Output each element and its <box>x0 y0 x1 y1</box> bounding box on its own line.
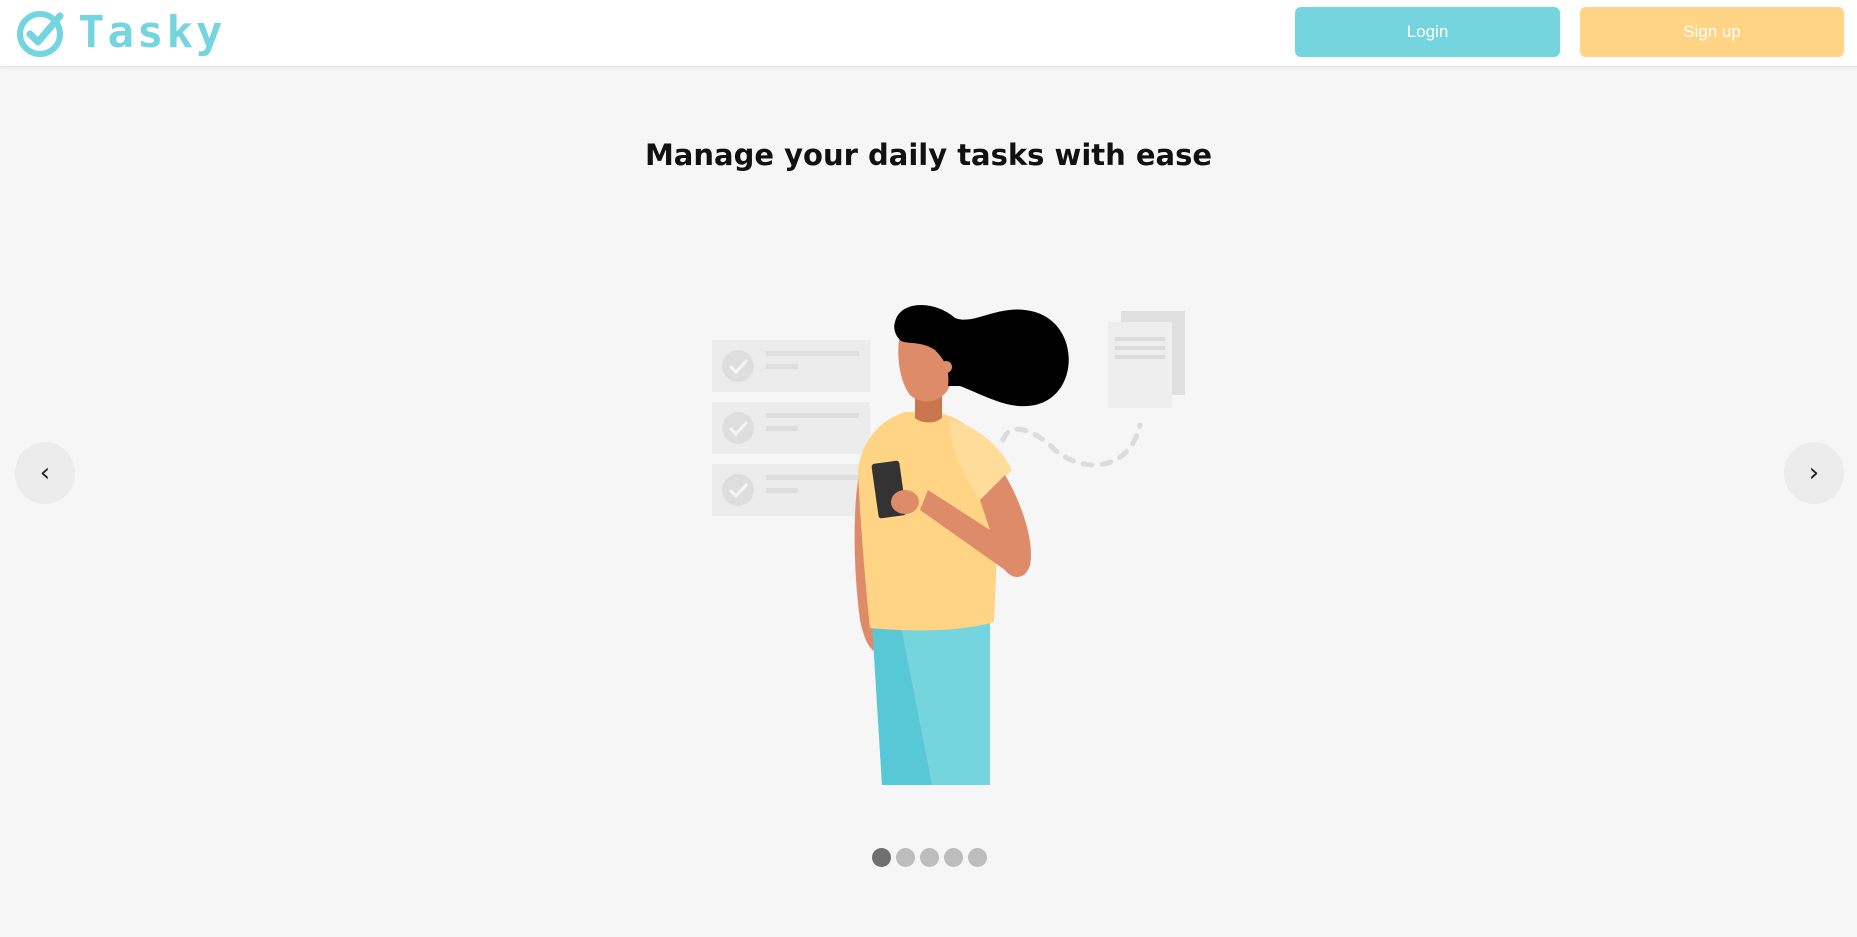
checklist-card <box>712 402 870 454</box>
check-circle-icon <box>17 11 64 57</box>
chevron-left-icon[interactable]: ‹ <box>15 442 75 504</box>
checklist-card <box>712 464 870 516</box>
logo[interactable]: Tasky <box>16 8 225 58</box>
person-illustration <box>854 304 1069 785</box>
logo-text: Tasky <box>78 7 226 58</box>
document-icon <box>1108 311 1185 408</box>
chevron-right-icon[interactable]: › <box>1784 442 1844 504</box>
carousel-dot[interactable] <box>920 848 939 867</box>
carousel-dot[interactable] <box>896 848 915 867</box>
top-navbar: Tasky Login Sign up <box>0 0 1857 67</box>
checklist-card <box>712 340 870 392</box>
carousel-dot[interactable] <box>872 848 891 867</box>
login-button[interactable]: Login <box>1295 7 1560 57</box>
carousel-dot[interactable] <box>968 848 987 867</box>
carousel-indicators <box>872 848 987 867</box>
slide-title: Manage your daily tasks with ease <box>644 138 1213 172</box>
carousel-dot[interactable] <box>944 848 963 867</box>
slide-illustration <box>712 304 1185 785</box>
signup-button[interactable]: Sign up <box>1580 7 1844 57</box>
